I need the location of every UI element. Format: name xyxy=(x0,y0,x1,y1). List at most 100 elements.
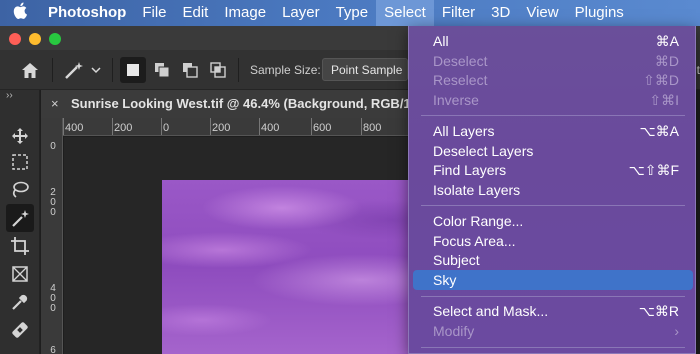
menu-item-color-range[interactable]: Color Range... xyxy=(413,211,693,231)
tools-panel: ›› xyxy=(0,90,40,354)
ruler-tick xyxy=(311,118,312,135)
menu-item-shortcut: ⌘D xyxy=(654,53,679,69)
menu-item-label: Deselect xyxy=(433,53,488,69)
menu-separator xyxy=(421,115,685,116)
menu-item-label: Focus Area... xyxy=(433,233,516,249)
magic-wand-tool-icon[interactable] xyxy=(6,204,34,232)
intersect-selection-icon[interactable] xyxy=(206,57,230,83)
divider xyxy=(52,58,53,82)
menu-item-inverse[interactable]: Inverse ⇧⌘I xyxy=(413,90,693,110)
menu-item-label: Sky xyxy=(433,272,457,288)
menu-item-deselect[interactable]: Deselect ⌘D xyxy=(413,51,693,71)
menu-item-label: All Layers xyxy=(433,123,495,139)
menu-edit[interactable]: Edit xyxy=(175,0,217,26)
lasso-tool-icon[interactable] xyxy=(6,176,34,204)
menu-view[interactable]: View xyxy=(518,0,566,26)
menu-item-all[interactable]: All ⌘A xyxy=(413,31,693,51)
minimize-window-button[interactable] xyxy=(29,33,41,45)
menu-type[interactable]: Type xyxy=(328,0,377,26)
add-to-selection-icon[interactable] xyxy=(150,57,174,83)
menu-item-label: Modify xyxy=(433,323,475,339)
menu-item-shortcut: ⇧⌘I xyxy=(649,92,679,108)
menu-item-subject[interactable]: Subject xyxy=(413,250,693,270)
healing-brush-tool-icon[interactable] xyxy=(6,316,34,344)
collapse-panel-icon[interactable]: ›› xyxy=(6,90,13,101)
menu-separator xyxy=(421,296,685,297)
close-window-button[interactable] xyxy=(9,33,21,45)
ruler-label: 0 xyxy=(50,207,56,218)
magic-wand-preset-icon[interactable] xyxy=(60,57,104,83)
menu-item-focus-area[interactable]: Focus Area... xyxy=(413,231,693,251)
menu-item-select-and-mask[interactable]: Select and Mask... ⌥⌘R xyxy=(413,301,693,321)
menu-item-sky[interactable]: Sky xyxy=(413,270,693,290)
menu-item-label: Subject xyxy=(433,252,480,268)
crop-tool-icon[interactable] xyxy=(6,232,34,260)
horizontal-ruler[interactable]: 400 200 0 200 400 600 800 xyxy=(63,118,463,136)
menu-image[interactable]: Image xyxy=(216,0,274,26)
ruler-label: 200 xyxy=(114,122,133,134)
marquee-tool-icon[interactable] xyxy=(6,148,34,176)
menu-item-deselect-layers[interactable]: Deselect Layers xyxy=(413,141,693,161)
menu-item-label: Reselect xyxy=(433,72,488,88)
submenu-chevron-icon: › xyxy=(674,323,679,339)
ruler-tick xyxy=(63,118,64,135)
ruler-label: 0 xyxy=(50,141,56,152)
vertical-ruler[interactable]: 0 2 0 0 4 0 0 6 xyxy=(41,118,63,354)
sample-size-label: Sample Size: xyxy=(250,63,321,77)
subtract-from-selection-icon[interactable] xyxy=(178,57,202,83)
document-tab[interactable]: × Sunrise Looking West.tif @ 46.4% (Back… xyxy=(41,90,451,118)
home-icon[interactable] xyxy=(14,57,46,83)
menu-file[interactable]: File xyxy=(134,0,174,26)
ruler-tick xyxy=(161,118,162,135)
menu-item-label: Color Range... xyxy=(433,213,524,229)
ruler-label: 6 xyxy=(50,345,56,354)
menu-item-shortcut: ⌘A xyxy=(655,33,679,49)
menu-item-label: Deselect Layers xyxy=(433,143,534,159)
menu-item-reselect[interactable]: Reselect ⇧⌘D xyxy=(413,70,693,90)
ruler-label: 400 xyxy=(261,122,280,134)
ruler-label: 400 xyxy=(65,122,84,134)
ruler-label: 0 xyxy=(50,303,56,314)
ruler-tick xyxy=(112,118,113,135)
menu-item-all-layers[interactable]: All Layers ⌥⌘A xyxy=(413,121,693,141)
move-tool-icon[interactable] xyxy=(6,122,34,150)
menu-item-label: Find Layers xyxy=(433,162,507,178)
ruler-label: 0 xyxy=(163,122,170,134)
ruler-label: 600 xyxy=(313,122,332,134)
menu-item-shortcut: ⌥⌘R xyxy=(638,303,679,319)
menu-3d[interactable]: 3D xyxy=(483,0,518,26)
apple-icon[interactable] xyxy=(0,2,40,24)
menu-layer[interactable]: Layer xyxy=(274,0,328,26)
menu-separator xyxy=(421,347,685,348)
sample-size-select[interactable]: Point Sample xyxy=(322,58,408,81)
menu-select[interactable]: Select xyxy=(376,0,434,26)
menu-filter[interactable]: Filter xyxy=(434,0,483,26)
ruler-tick xyxy=(210,118,211,135)
menu-item-label: Isolate Layers xyxy=(433,182,521,198)
divider xyxy=(112,58,113,82)
frame-tool-icon[interactable] xyxy=(6,260,34,288)
close-document-icon[interactable]: × xyxy=(51,96,59,111)
divider xyxy=(238,58,239,82)
eyedropper-tool-icon[interactable] xyxy=(6,288,34,316)
zoom-window-button[interactable] xyxy=(49,33,61,45)
menu-item-modify[interactable]: Modify › xyxy=(413,321,693,341)
document-title: Sunrise Looking West.tif @ 46.4% (Backgr… xyxy=(71,96,418,111)
menu-item-shortcut: ⌥⇧⌘F xyxy=(628,162,679,178)
ruler-label: 800 xyxy=(363,122,382,134)
menu-item-label: All xyxy=(433,33,449,49)
menu-bar: Photoshop File Edit Image Layer Type Sel… xyxy=(0,0,700,26)
select-menu-dropdown: All ⌘A Deselect ⌘D Reselect ⇧⌘D Inverse … xyxy=(408,26,696,354)
menu-item-isolate-layers[interactable]: Isolate Layers xyxy=(413,180,693,200)
menu-plugins[interactable]: Plugins xyxy=(567,0,632,26)
menu-item-shortcut: ⇧⌘D xyxy=(643,72,679,88)
new-selection-icon[interactable] xyxy=(120,57,146,83)
menu-item-find-layers[interactable]: Find Layers ⌥⇧⌘F xyxy=(413,160,693,180)
ruler-tick xyxy=(361,118,362,135)
menu-item-label: Select and Mask... xyxy=(433,303,549,319)
ruler-label: 200 xyxy=(212,122,231,134)
menu-app-photoshop[interactable]: Photoshop xyxy=(40,0,134,26)
menu-separator xyxy=(421,205,685,206)
menu-item-label: Inverse xyxy=(433,92,479,108)
menu-item-shortcut: ⌥⌘A xyxy=(639,123,679,139)
